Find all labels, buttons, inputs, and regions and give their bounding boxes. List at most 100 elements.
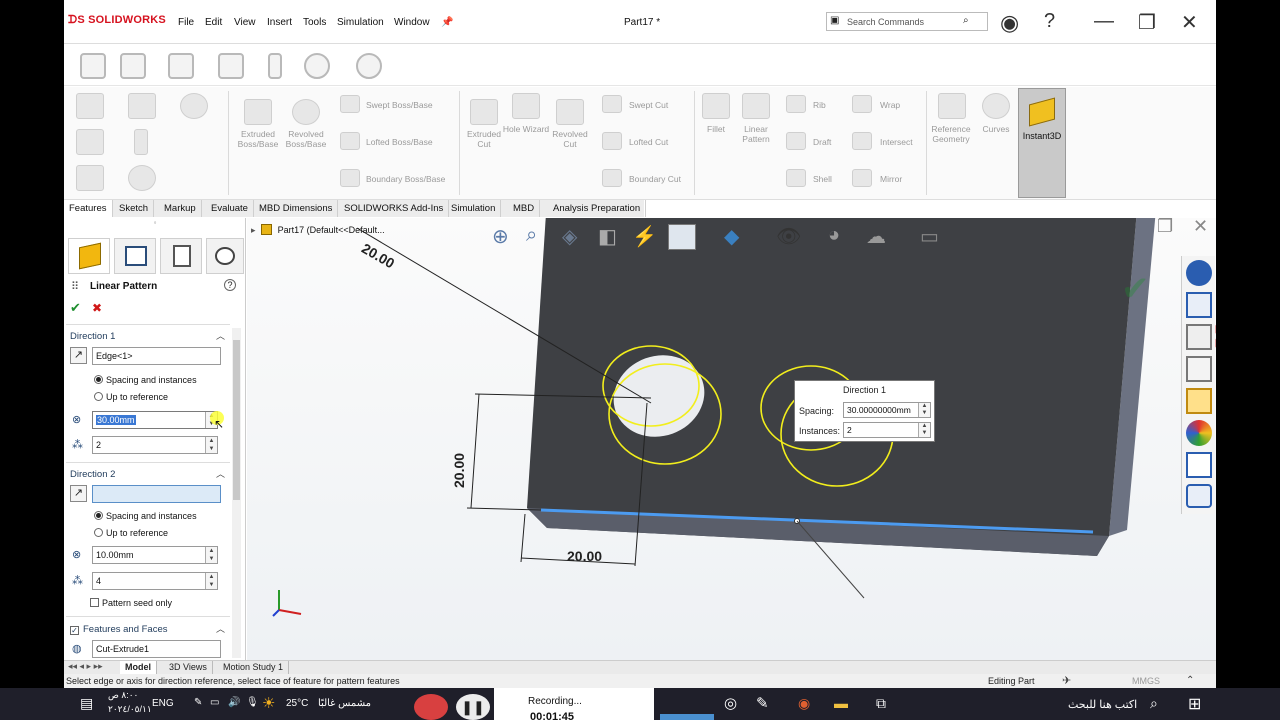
chevron-up-icon[interactable]: ︿ <box>216 329 225 342</box>
revolved-cut-icon[interactable] <box>556 99 584 125</box>
tab-solidworks-add-ins[interactable]: SOLIDWORKS Add-Ins <box>339 200 450 217</box>
draft-label[interactable]: Draft <box>813 137 831 147</box>
undo-icon[interactable] <box>356 53 382 79</box>
feature-tree-flyout[interactable]: ▸ Part17 (Default<<Default... <box>251 224 385 236</box>
revolved-boss-icon[interactable] <box>292 99 320 125</box>
rib-label[interactable]: Rib <box>813 100 826 110</box>
menu-window[interactable]: Window <box>394 17 430 28</box>
instant3d-button[interactable]: Instant3D <box>1018 88 1066 198</box>
hide-show-items-icon[interactable]: 👁 <box>776 224 801 249</box>
previous-view-icon[interactable]: ◈ <box>562 224 577 249</box>
dimxpert-manager-tab[interactable] <box>206 238 244 274</box>
reverse-direction-icon[interactable]: ↗ <box>70 347 87 364</box>
tab-mbd[interactable]: MBD <box>508 200 541 217</box>
tab-evaluate[interactable]: Evaluate <box>206 200 254 217</box>
draft-icon[interactable] <box>786 132 806 150</box>
tab-sketch[interactable]: Sketch <box>114 200 155 217</box>
appearances-icon[interactable] <box>1186 420 1212 446</box>
weather-icon[interactable]: ☀ <box>262 694 275 712</box>
menu-simulation[interactable]: Simulation <box>337 17 384 28</box>
units-indicator[interactable]: MMGS <box>1132 674 1160 688</box>
reverse-direction-icon[interactable]: ↗ <box>70 485 87 502</box>
apply-scene-icon[interactable]: ☁ <box>866 224 886 249</box>
direction2-spacing-input[interactable]: 10.00mm ▲ ▼ <box>92 546 218 564</box>
tab-features[interactable]: Features <box>64 200 113 217</box>
curves-label[interactable]: Curves <box>974 124 1018 134</box>
restore-button[interactable]: ❐ <box>1138 10 1156 35</box>
user-account-icon[interactable]: ◉ <box>1000 10 1019 36</box>
direction1-spacing-radio[interactable]: Spacing and instances <box>94 375 197 385</box>
solidworks-resources-icon[interactable] <box>1186 260 1212 286</box>
cancel-button[interactable]: ✖ <box>92 301 102 315</box>
tab-mbd-dimensions[interactable]: MBD Dimensions <box>254 200 339 217</box>
options-gear-icon[interactable] <box>304 53 330 79</box>
menu-edit[interactable]: Edit <box>205 17 222 28</box>
mirror-icon[interactable] <box>852 169 872 187</box>
view-palette-icon[interactable] <box>1186 388 1212 414</box>
direction1-header[interactable]: Direction 1 <box>70 331 115 342</box>
file-explorer-icon[interactable]: ▬ <box>834 695 848 711</box>
spin-buttons[interactable]: ▲▼ <box>918 423 930 437</box>
viewport-close-icon[interactable]: ✕ <box>1193 218 1208 237</box>
expand-arrow-icon[interactable]: ▸ <box>251 225 256 235</box>
custom-properties-icon[interactable] <box>1186 452 1212 478</box>
reference-geometry-icon[interactable] <box>938 93 966 119</box>
boundary-boss-label[interactable]: Boundary Boss/Base <box>366 174 445 184</box>
home-icon[interactable] <box>80 53 106 79</box>
search-icon[interactable]: ⌕ <box>1150 695 1158 712</box>
weather-temp[interactable]: 25°C <box>286 698 308 709</box>
taskbar-search-box[interactable]: اكتب هنا للبحث <box>1068 698 1137 711</box>
direction2-edge-field[interactable] <box>92 485 221 503</box>
spin-buttons[interactable]: ▲▼ <box>918 403 930 417</box>
task-view-icon[interactable]: ⧉ <box>876 695 886 712</box>
clock-time[interactable]: ٨:٠٠ ص <box>108 690 138 701</box>
wrap-label[interactable]: Wrap <box>880 100 900 110</box>
print-icon[interactable] <box>268 53 282 79</box>
direction1-spacing-input[interactable]: 30.00mm ▲▼ <box>92 411 218 429</box>
minimize-button[interactable]: — <box>1094 10 1114 33</box>
help-icon[interactable]: ? <box>1044 10 1055 33</box>
lofted-boss-label[interactable]: Lofted Boss/Base <box>366 137 433 147</box>
weather-description[interactable]: مشمس غالبًا <box>318 698 371 709</box>
zoom-to-area-icon[interactable]: ⌕ <box>526 224 537 247</box>
network-icon[interactable]: ▭ <box>210 697 219 708</box>
app-icon[interactable]: ◉ <box>798 695 810 712</box>
direction2-header[interactable]: Direction 2 <box>70 469 115 480</box>
tab-scroll-arrows-icon[interactable]: ◂◂ ◂ ▸ ▸▸ <box>68 661 103 672</box>
direction1-instances-input[interactable]: 2 ▲ ▼ <box>92 436 218 454</box>
popup-instances-input[interactable]: 2 ▲ ▼ <box>843 422 931 438</box>
status-arrow-icon[interactable]: ⌃ <box>1186 674 1194 688</box>
revolved-cut-label[interactable]: Revolved Cut <box>546 129 594 149</box>
intersect-label[interactable]: Intersect <box>880 137 913 147</box>
tab-analysis-preparation[interactable]: Analysis Preparation <box>548 200 647 217</box>
tab-model[interactable]: Model <box>120 661 157 675</box>
property-manager-tab[interactable] <box>114 238 156 274</box>
dimension-label-left[interactable]: 20.00 <box>451 453 467 488</box>
features-to-pattern-list[interactable]: Cut-Extrude1 <box>92 640 221 658</box>
extruded-cut-icon[interactable] <box>470 99 498 125</box>
chevron-up-icon[interactable]: ︿ <box>216 467 225 480</box>
notifications-icon[interactable]: ▤ <box>80 695 93 712</box>
hole-wizard-label[interactable]: Hole Wizard <box>502 124 550 134</box>
tab-3d-views[interactable]: 3D Views <box>164 661 213 675</box>
close-button[interactable]: ✕ <box>1181 10 1198 35</box>
direction2-spacing-radio[interactable]: Spacing and instances <box>94 511 197 521</box>
stop-recording-button[interactable] <box>414 694 448 720</box>
lofted-cut-label[interactable]: Lofted Cut <box>629 137 668 147</box>
reference-geometry-label[interactable]: Reference Geometry <box>926 124 976 144</box>
direction2-reference-radio[interactable]: Up to reference <box>94 528 168 538</box>
search-commands-input[interactable]: ▣ Search Commands ⌕ <box>826 12 988 31</box>
tab-motion-study[interactable]: Motion Study 1 <box>218 661 290 675</box>
dynamic-annotation-icon[interactable]: ⚡ <box>632 224 657 249</box>
curves-icon[interactable] <box>982 93 1010 119</box>
boundary-cut-label[interactable]: Boundary Cut <box>629 174 681 184</box>
solidworks-logo[interactable]: ᗪS SOLIDWORKS <box>68 14 166 27</box>
new-document-icon[interactable] <box>76 129 104 155</box>
clock-date[interactable]: ٢٠٢٤/٠٥/١١ <box>108 704 152 715</box>
volume-icon[interactable]: 🔊 <box>228 697 240 708</box>
extruded-boss-label[interactable]: Extruded Boss/Base <box>234 129 282 149</box>
swept-boss-icon[interactable] <box>340 95 360 113</box>
fillet-label[interactable]: Fillet <box>694 124 738 134</box>
graphics-viewport[interactable]: ✔ ✖ 20.00 20.00 20.00 ▸ Part17 (Default<… <box>247 218 1216 660</box>
tab-markup[interactable]: Markup <box>159 200 202 217</box>
